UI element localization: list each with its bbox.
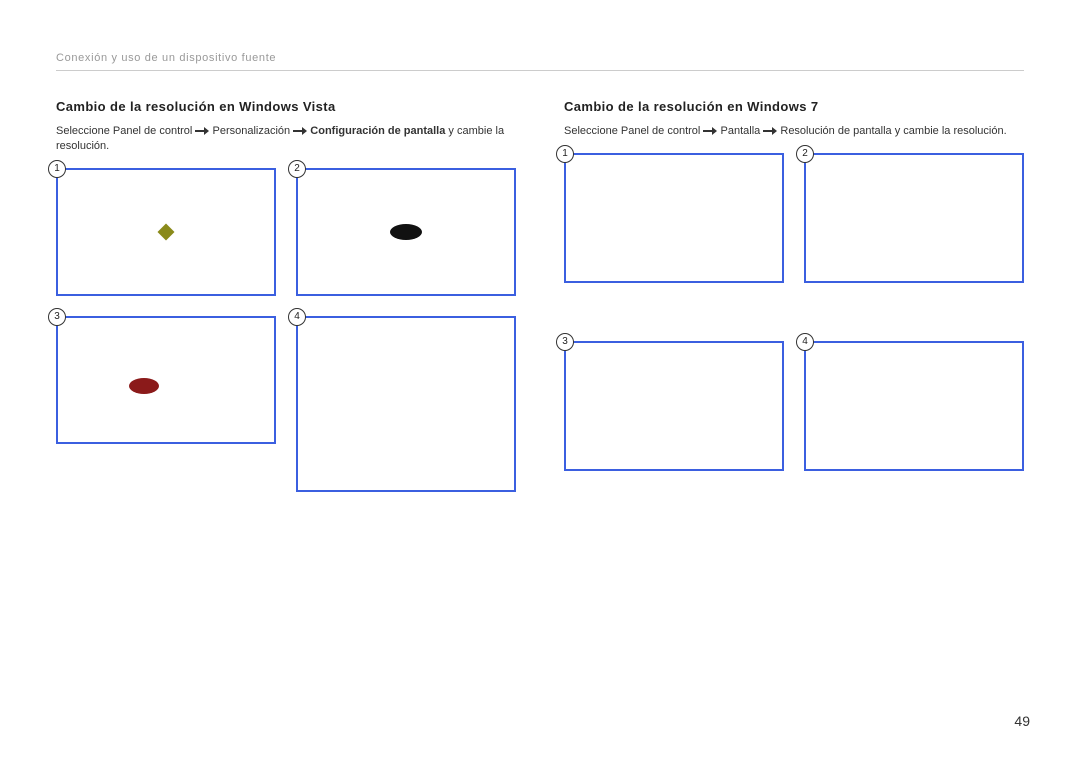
arrow-right-icon (763, 127, 777, 135)
desc-part-bold: Configuración de pantalla (310, 125, 445, 137)
step-panel-4: 4 (296, 316, 516, 492)
ellipse-dark-icon (390, 224, 422, 240)
step-number-badge: 1 (556, 145, 574, 163)
step-panel-2: 2 (804, 153, 1024, 283)
diamond-icon (158, 223, 175, 240)
step-panel-3: 3 (56, 316, 276, 444)
step-panel-2: 2 (296, 168, 516, 296)
steps-grid-win7: 1 2 3 4 (564, 153, 1024, 471)
arrow-right-icon (703, 127, 717, 135)
column-vista: Cambio de la resolución en Windows Vista… (56, 99, 516, 492)
step-number-badge: 1 (48, 160, 66, 178)
step-number-badge: 4 (796, 333, 814, 351)
steps-grid-vista: 1 2 3 4 (56, 168, 516, 492)
desc-part-4: y cambie la resolución. (895, 125, 1007, 137)
step-number-badge: 2 (796, 145, 814, 163)
step-panel-3: 3 (564, 341, 784, 471)
heading-win7: Cambio de la resolución en Windows 7 (564, 99, 1024, 114)
description-vista: Seleccione Panel de control Personalizac… (56, 124, 516, 154)
step-number-badge: 4 (288, 308, 306, 326)
column-win7: Cambio de la resolución en Windows 7 Sel… (564, 99, 1024, 492)
desc-part-2: Personalización (213, 125, 294, 137)
step-number-badge: 3 (48, 308, 66, 326)
description-win7: Seleccione Panel de control Pantalla Res… (564, 124, 1024, 139)
arrow-right-icon (195, 127, 209, 135)
content-columns: Cambio de la resolución en Windows Vista… (56, 99, 1024, 492)
desc-part-1: Seleccione Panel de control (56, 125, 195, 137)
desc-part-3: Resolución de pantalla (780, 125, 891, 137)
desc-part-2: Pantalla (721, 125, 764, 137)
arrow-right-icon (293, 127, 307, 135)
step-number-badge: 2 (288, 160, 306, 178)
ellipse-red-icon (129, 378, 159, 394)
step-panel-1: 1 (564, 153, 784, 283)
step-panel-1: 1 (56, 168, 276, 296)
page-number: 49 (1014, 713, 1030, 729)
step-number-badge: 3 (556, 333, 574, 351)
step-panel-4: 4 (804, 341, 1024, 471)
heading-vista: Cambio de la resolución en Windows Vista (56, 99, 516, 114)
desc-part-1: Seleccione Panel de control (564, 125, 703, 137)
section-header: Conexión y uso de un dispositivo fuente (56, 52, 1024, 71)
document-page: Conexión y uso de un dispositivo fuente … (0, 0, 1080, 763)
